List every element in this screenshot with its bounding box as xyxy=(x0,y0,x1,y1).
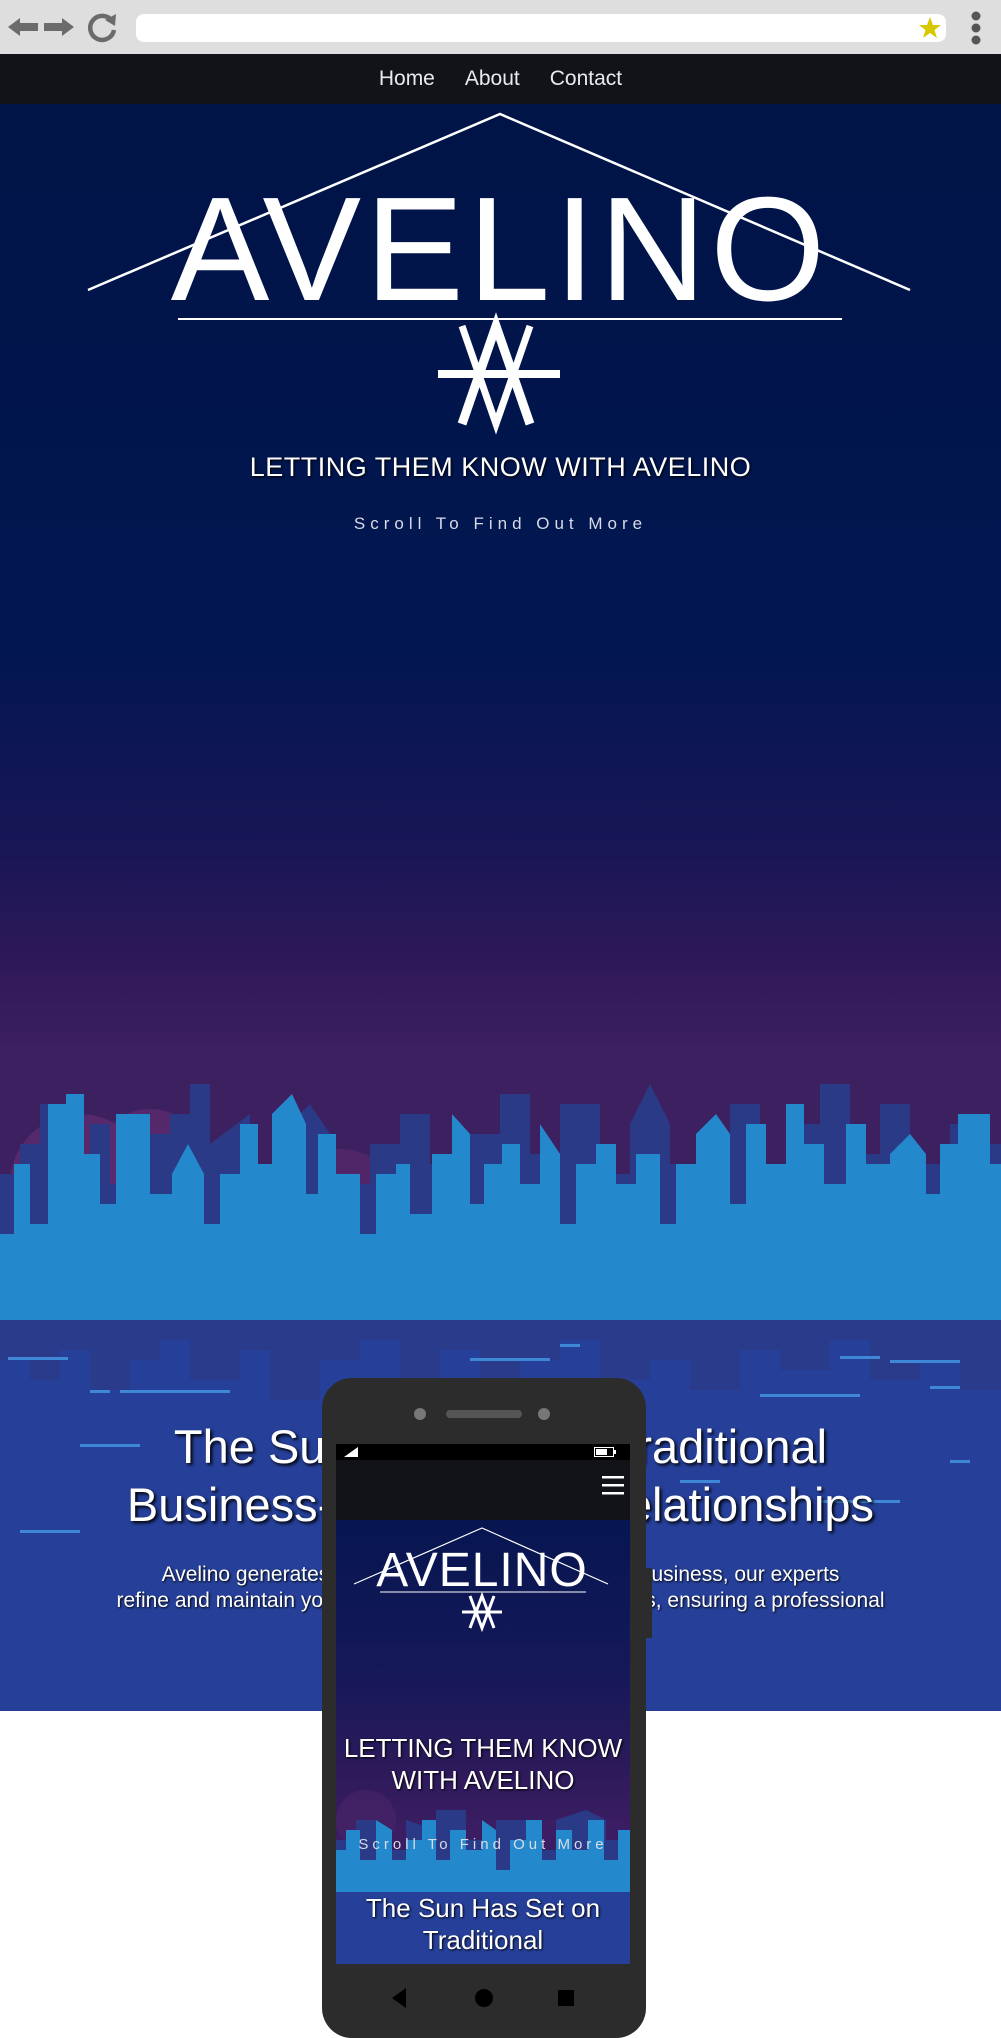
reload-button[interactable] xyxy=(86,10,120,44)
phone-section-title: The Sun Has Set on Traditional xyxy=(336,1892,630,1956)
phone-tagline-line2: WITH AVELINO xyxy=(391,1765,575,1795)
back-triangle-icon xyxy=(392,1988,406,2008)
phone-nav xyxy=(336,1460,630,1520)
phone-tagline: LETTING THEM KNOW WITH AVELINO xyxy=(336,1732,630,1796)
phone-sensor xyxy=(538,1408,550,1420)
phone-title-line1: The Sun Has Set on xyxy=(365,1893,601,1923)
reload-icon xyxy=(87,13,117,43)
phone-hero: AVELINO LETTING THEM KNOW WITH AVELINO S… xyxy=(336,1520,630,1900)
forward-arrow-icon xyxy=(44,18,74,36)
phone-tagline-line1: LETTING THEM KNOW xyxy=(343,1733,623,1763)
phone-title-line2: Traditional xyxy=(422,1925,544,1955)
battery-icon xyxy=(594,1447,616,1457)
phone-logo-emblem-icon xyxy=(462,1591,502,1633)
nav-about-link[interactable]: About xyxy=(465,67,520,91)
phone-side-button xyxy=(646,1568,652,1638)
scroll-hint[interactable]: Scroll To Find Out More xyxy=(0,514,1001,534)
hero-artwork: AVELINO xyxy=(0,112,1001,1320)
bookmark-star-button[interactable] xyxy=(918,16,942,40)
home-circle-icon xyxy=(475,1989,493,2007)
phone-logo-text: AVELINO xyxy=(376,1544,588,1597)
browser-menu-button[interactable] xyxy=(966,10,986,46)
back-button[interactable] xyxy=(6,10,40,44)
hero-tagline: LETTING THEM KNOW WITH AVELINO xyxy=(249,452,752,482)
bookmark-star-icon xyxy=(919,17,941,38)
phone-camera-icon xyxy=(414,1408,426,1420)
nav-home-link[interactable]: Home xyxy=(379,67,435,91)
hero-section: AVELINO LETTING THEM KNOW WITH AVELINO S… xyxy=(0,104,1001,1320)
phone-status-bar xyxy=(336,1444,630,1460)
back-arrow-icon xyxy=(8,18,38,36)
hero-logo-text: AVELINO xyxy=(171,167,830,332)
signal-icon xyxy=(344,1447,358,1457)
forward-button[interactable] xyxy=(42,10,76,44)
site-nav: Home About Contact xyxy=(0,54,1001,104)
recents-square-icon xyxy=(558,1990,574,2006)
phone-scroll-hint[interactable]: Scroll To Find Out More xyxy=(336,1836,630,1853)
hamburger-menu-icon[interactable] xyxy=(602,1474,624,1496)
phone-speaker xyxy=(446,1410,522,1418)
phone-nav-bar xyxy=(392,1988,574,2008)
address-bar[interactable] xyxy=(136,14,946,42)
kebab-menu-icon xyxy=(971,11,981,45)
nav-contact-link[interactable]: Contact xyxy=(550,67,622,91)
logo-emblem-icon xyxy=(438,312,560,435)
phone-screen: AVELINO LETTING THEM KNOW WITH AVELINO S… xyxy=(336,1444,630,1964)
